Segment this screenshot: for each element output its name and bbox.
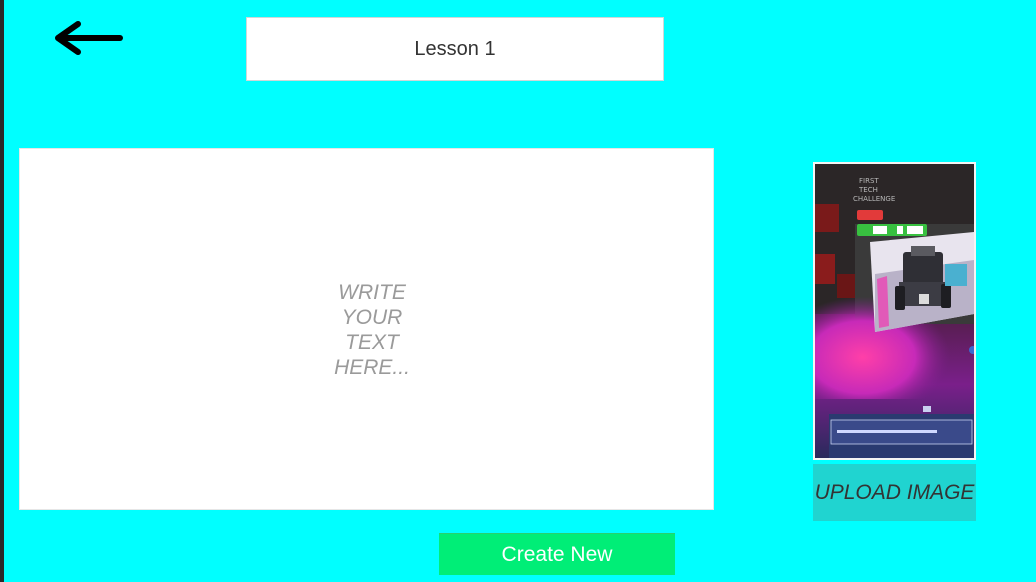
lesson-editor-screen: Lesson 1 WRITE YOUR TEXT HERE... FIRST T… bbox=[0, 0, 1036, 582]
photo-text-line: CHALLENGE bbox=[853, 195, 895, 203]
photo-text-line: TECH bbox=[858, 186, 878, 194]
lesson-title-field[interactable]: Lesson 1 bbox=[246, 17, 664, 81]
robot-on-field-photo: FIRST TECH CHALLENGE bbox=[815, 164, 974, 458]
upload-image-button[interactable]: UPLOAD IMAGE bbox=[813, 464, 976, 521]
left-edge-border bbox=[0, 0, 4, 582]
arrow-left-icon bbox=[55, 21, 123, 55]
text-area-placeholder: WRITE YOUR TEXT HERE... bbox=[334, 281, 410, 379]
image-preview: FIRST TECH CHALLENGE bbox=[813, 162, 976, 460]
lesson-text-area[interactable]: WRITE YOUR TEXT HERE... bbox=[19, 148, 714, 510]
create-new-button[interactable]: Create New bbox=[439, 533, 675, 575]
photo-text-line: FIRST bbox=[859, 177, 879, 185]
back-button[interactable] bbox=[52, 20, 124, 58]
